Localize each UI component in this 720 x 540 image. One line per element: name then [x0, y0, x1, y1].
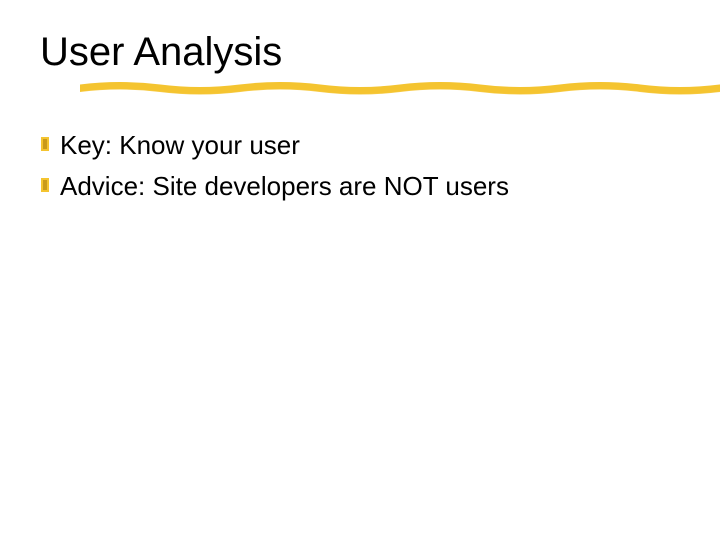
list-item: Key: Know your user: [40, 129, 680, 162]
slide: User Analysis Key: Know your user: [0, 0, 720, 540]
bullet-text: Key: Know your user: [60, 129, 300, 162]
list-item: Advice: Site developers are NOT users: [40, 170, 680, 203]
bullet-icon: [40, 132, 50, 156]
title-underline: [80, 81, 720, 95]
slide-title: User Analysis: [40, 30, 680, 75]
bullet-list: Key: Know your user Advice: Site develop…: [40, 129, 680, 202]
bullet-icon: [40, 173, 50, 197]
bullet-text: Advice: Site developers are NOT users: [60, 170, 509, 203]
